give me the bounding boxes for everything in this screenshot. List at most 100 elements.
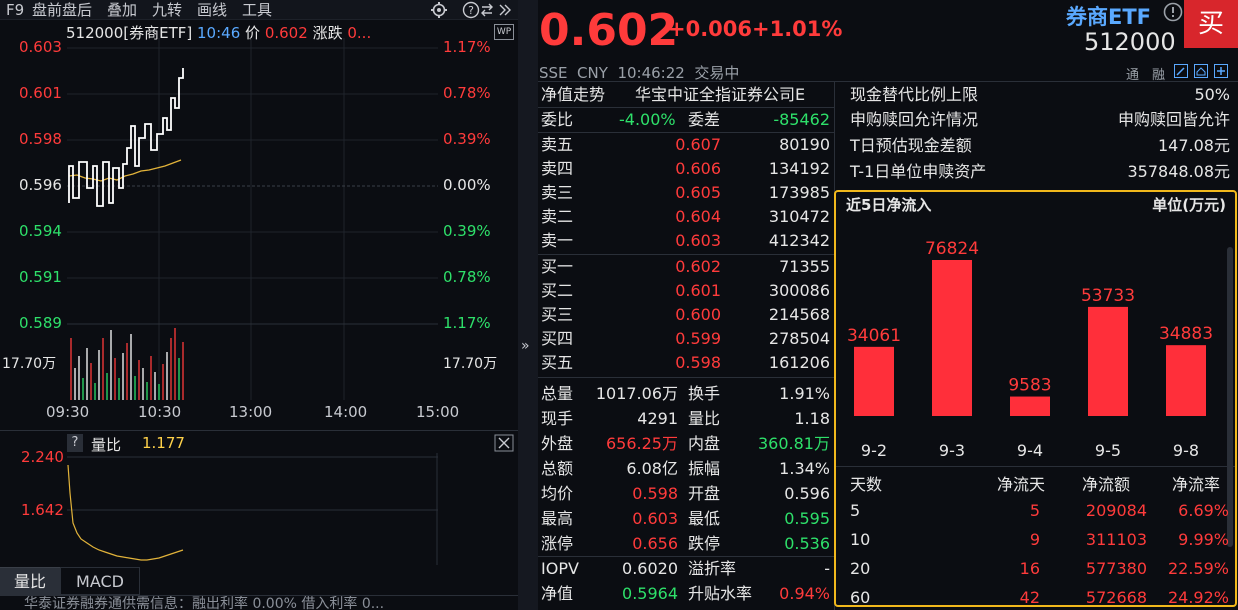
bid-row[interactable]: 买三 0.600 214568 (541, 302, 831, 327)
order-ratio-value: -4.00% (619, 110, 676, 129)
price-level: 0.603 (19, 38, 62, 56)
bid-row[interactable]: 买四 0.599 278504 (541, 326, 831, 351)
inflow-bar[interactable] (1010, 396, 1050, 416)
nav-row[interactable]: 净值走势 华宝中证全指证券公司E (541, 82, 831, 107)
pct-level: 0.39% (443, 130, 491, 148)
collapse-chevron-icon[interactable]: » (521, 338, 530, 354)
inflow-bar[interactable] (1166, 345, 1206, 416)
row-divider (538, 377, 834, 378)
stat-row: 外盘 656.25万 内盘 360.81万 (541, 431, 831, 456)
ask-row[interactable]: 卖一 0.603 412342 (541, 228, 831, 253)
net-inflow-panel: 近5日净流入 单位(万元) 34061 9-2 76824 9-3 9583 9-4 537… (834, 190, 1237, 607)
bid-row[interactable]: 买一 0.602 71355 (541, 254, 831, 279)
ask-volume: 80190 (779, 135, 830, 154)
margin-ticker[interactable]: 华泰证券融券通供需信息：融出利率 0.00% 借入利率 0... (0, 595, 518, 610)
stat-row: 涨停 0.656 跌停 0.536 (541, 531, 831, 556)
nav-trend-label[interactable]: 净值走势 (541, 85, 605, 104)
flow-table-header: 天数 净流天 净流额 净流率 (850, 472, 1225, 497)
add-watchlist-icon[interactable] (1214, 64, 1228, 82)
bid-price[interactable]: 0.601 (675, 278, 721, 303)
info-icon[interactable] (1163, 2, 1183, 26)
order-ratio-label: 委比 (541, 110, 574, 129)
bid-price[interactable]: 0.598 (675, 350, 721, 375)
tracking-index[interactable]: 华宝中证全指证券公司E (635, 82, 805, 107)
flow-header-amount: 净流额 (1082, 475, 1131, 494)
intraday-chart-panel: F9 盘前盘后 叠加 九转 画线 工具 ? 512000[券商ETF] 10:4… (0, 0, 518, 610)
bid-volume: 300086 (768, 281, 830, 300)
indicator-level: 1.642 (21, 501, 64, 519)
flow-rate: 22.59% (1167, 559, 1229, 578)
stat-row: IOPV 0.6020 溢折率 - (541, 556, 831, 581)
ask-row[interactable]: 卖三 0.605 173985 (541, 180, 831, 205)
panel-splitter[interactable]: » (518, 0, 538, 610)
ask-row[interactable]: 卖五 0.607 80190 (541, 132, 831, 157)
wp-badge[interactable]: WP (494, 24, 514, 40)
swap-icon[interactable] (480, 0, 494, 20)
inflow-bar[interactable] (854, 346, 894, 416)
ask-price[interactable]: 0.605 (675, 180, 721, 205)
ask-volume: 173985 (768, 183, 830, 202)
flow-rate: 9.99% (1178, 530, 1229, 549)
etf-info-label: 申购赎回允许情况 (850, 110, 979, 129)
toolbar-f9-button[interactable]: F9 (6, 0, 24, 20)
bid-price[interactable]: 0.599 (675, 326, 721, 351)
tab-macd[interactable]: MACD (60, 567, 140, 595)
indicator-help-icon[interactable]: ? (67, 434, 83, 452)
bid-row[interactable]: 买二 0.601 300086 (541, 278, 831, 303)
flow-table-row[interactable]: 60 42 572668 24.92% (850, 585, 1229, 610)
flow-table-row[interactable]: 10 9 311103 9.99% (850, 527, 1229, 552)
toolbar-tools-button[interactable]: 工具 (242, 0, 272, 20)
net-inflow-bar-chart: 34061 9-2 76824 9-3 9583 9-4 53733 9-5 34883 9-8 (847, 239, 1213, 460)
stat-value: 0.6020 (622, 559, 678, 578)
gear-icon[interactable] (430, 0, 448, 20)
ask-price[interactable]: 0.604 (675, 204, 721, 229)
stat-label: 量比 (688, 409, 721, 428)
tab-volume-ratio[interactable]: 量比 (0, 567, 60, 595)
toolbar-draw-button[interactable]: 画线 (197, 0, 227, 20)
bid-price[interactable]: 0.600 (675, 302, 721, 327)
inflow-bar[interactable] (932, 260, 972, 416)
toolbar-premarket-button[interactable]: 盘前盘后 (32, 0, 92, 20)
close-icon[interactable] (494, 434, 514, 452)
ask-price[interactable]: 0.607 (675, 132, 721, 157)
stat-value: - (824, 559, 830, 578)
flow-net-days: 9 (1029, 530, 1040, 549)
stat-row: 均价 0.598 开盘 0.596 (541, 481, 831, 506)
edit-icon[interactable] (1174, 64, 1188, 82)
toolbar-nine-turn-button[interactable]: 九转 (152, 0, 182, 20)
price-change: +0.006 (668, 17, 753, 41)
price-plot[interactable] (67, 38, 438, 400)
flow-rate: 24.92% (1167, 588, 1229, 607)
bid-row[interactable]: 买五 0.598 161206 (541, 350, 831, 375)
bid-price[interactable]: 0.602 (675, 254, 721, 279)
volume-level: 17.70万 (2, 356, 57, 372)
inflow-category-label: 9-4 (1017, 441, 1043, 460)
stat-value: 360.81万 (758, 434, 830, 453)
ask-price[interactable]: 0.603 (675, 228, 721, 253)
security-name[interactable]: 券商ETF (1066, 1, 1151, 31)
inflow-bar-label: 76824 (925, 239, 979, 259)
expand-icon[interactable] (498, 0, 512, 20)
time-tick: 09:30 (46, 403, 90, 421)
stat-label: 换手 (688, 384, 721, 403)
flow-net-days: 16 (1019, 559, 1040, 578)
quote-panel: 0.602 +0.006 +1.01% 券商ETF 512000 买 SSE C… (538, 0, 1238, 610)
home-icon[interactable] (1194, 64, 1208, 82)
stat-value: 6.08亿 (626, 459, 678, 478)
indicator-plot[interactable] (67, 453, 438, 565)
ask-row[interactable]: 卖四 0.606 134192 (541, 156, 831, 181)
flow-table-row[interactable]: 20 16 577380 22.59% (850, 556, 1229, 581)
flow-net-days: 5 (1029, 501, 1040, 520)
pct-level: 0.00% (443, 176, 491, 194)
help-icon[interactable]: ? (462, 0, 480, 20)
inflow-bar[interactable] (1088, 306, 1128, 416)
flow-header-rate: 净流率 (1172, 475, 1221, 494)
flow-table-row[interactable]: 5 5 209084 6.69% (850, 498, 1229, 523)
ask-row[interactable]: 卖二 0.604 310472 (541, 204, 831, 229)
security-code: 512000 (1084, 28, 1176, 56)
toolbar-overlay-button[interactable]: 叠加 (107, 0, 137, 20)
ask-level-label: 卖一 (541, 231, 574, 250)
last-price: 0.602 (539, 5, 679, 56)
ask-price[interactable]: 0.606 (675, 156, 721, 181)
buy-button[interactable]: 买 (1184, 0, 1238, 48)
